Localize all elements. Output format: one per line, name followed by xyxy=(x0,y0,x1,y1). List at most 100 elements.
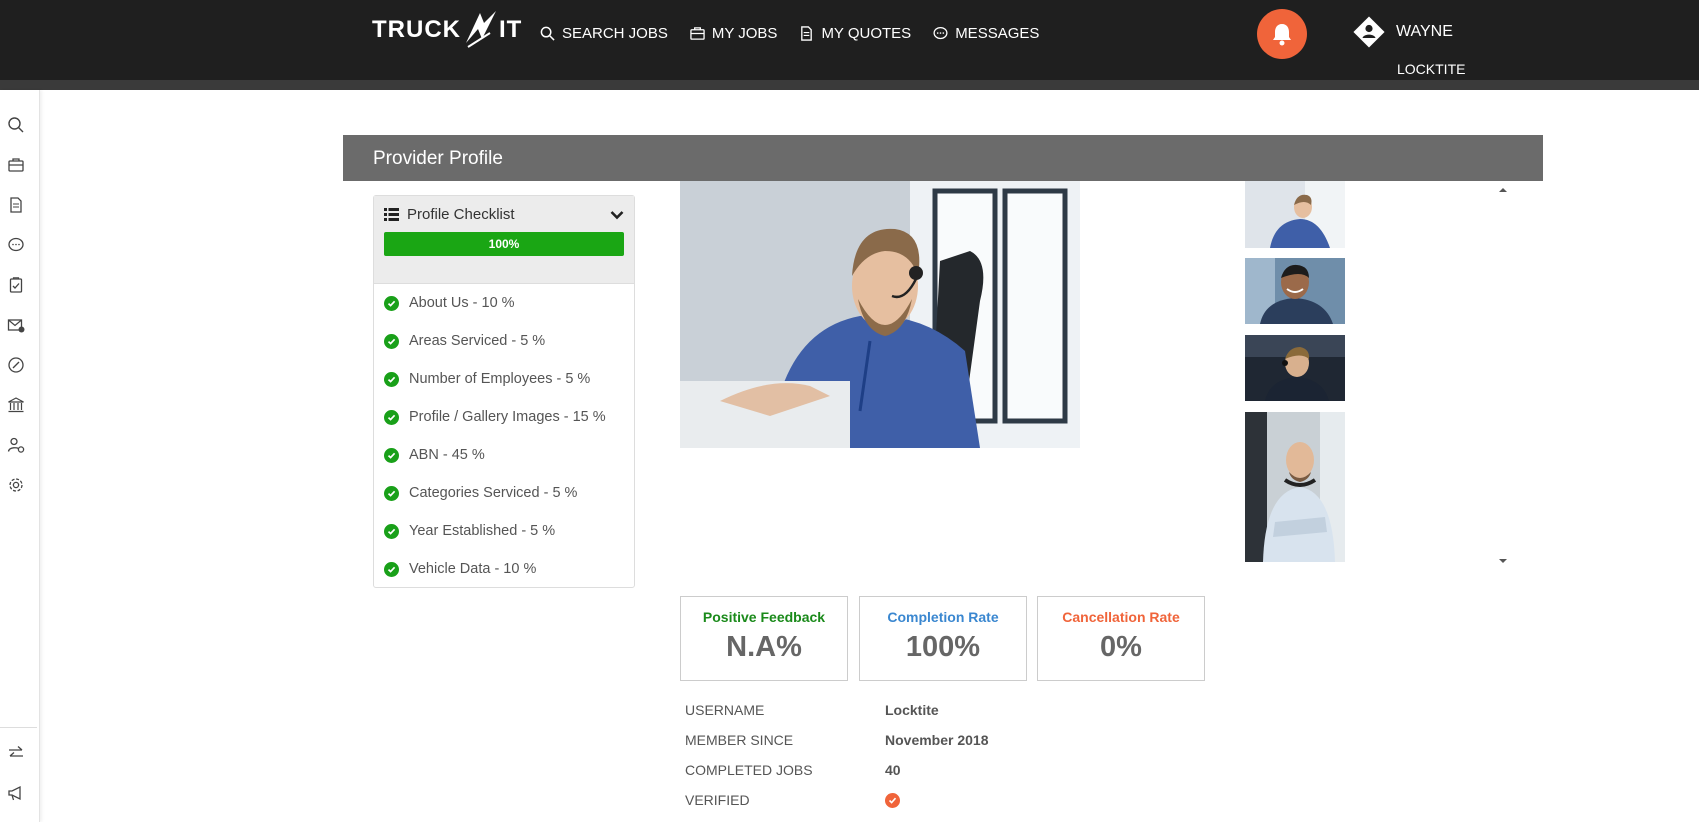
document-icon[interactable] xyxy=(7,196,25,214)
gear-icon[interactable] xyxy=(7,476,25,494)
gallery-thumbnails xyxy=(1245,181,1511,562)
left-sidebar xyxy=(0,90,40,822)
search-icon[interactable] xyxy=(7,116,25,134)
checklist-progress-bar: 100% xyxy=(384,232,624,256)
member-since-value: November 2018 xyxy=(885,732,989,748)
nav-messages-label: MESSAGES xyxy=(955,25,1040,42)
checklist-header: Profile Checklist 100% xyxy=(374,196,634,284)
search-icon xyxy=(540,26,555,41)
scroll-up-arrow-icon[interactable] xyxy=(1497,185,1509,195)
completed-jobs-value: 40 xyxy=(885,762,901,778)
notifications-button[interactable] xyxy=(1257,9,1307,59)
gallery-thumbnail[interactable] xyxy=(1245,181,1345,248)
user-avatar-icon xyxy=(1353,16,1385,48)
checklist-title: Profile Checklist xyxy=(407,206,515,223)
user-name: WAYNE xyxy=(1396,23,1453,40)
check-circle-icon xyxy=(384,561,399,577)
checklist-item-label: Profile / Gallery Images - 15 % xyxy=(409,409,606,425)
thumbnail-image xyxy=(1245,412,1345,562)
truck-bolt-icon xyxy=(466,11,496,48)
list-icon xyxy=(384,208,399,221)
user-company: LOCKTITE xyxy=(1397,61,1466,77)
cancellation-rate-value: 0% xyxy=(1100,631,1142,663)
user-settings-icon[interactable] xyxy=(7,436,25,454)
nav-search-jobs-label: SEARCH JOBS xyxy=(562,25,668,42)
checklist-items: About Us - 10 % Areas Serviced - 5 % Numbe… xyxy=(374,284,634,588)
checklist-item: Vehicle Data - 10 % xyxy=(374,550,634,588)
checklist-item: Areas Serviced - 5 % xyxy=(374,322,634,360)
completion-rate-card: Completion Rate 100% xyxy=(859,596,1027,681)
checklist-item: Categories Serviced - 5 % xyxy=(374,474,634,512)
check-circle-icon xyxy=(384,371,399,387)
cancellation-rate-card: Cancellation Rate 0% xyxy=(1037,596,1205,681)
checklist-item-label: Categories Serviced - 5 % xyxy=(409,485,578,501)
member-since-key: MEMBER SINCE xyxy=(685,732,794,748)
clipboard-check-icon[interactable] xyxy=(7,276,25,294)
nav-messages[interactable]: MESSAGES xyxy=(933,25,1039,42)
megaphone-icon[interactable] xyxy=(7,784,25,802)
profile-main-image xyxy=(680,181,1080,448)
sidebar-divider xyxy=(0,727,37,728)
topbar-strip xyxy=(0,80,1699,90)
positive-feedback-label: Positive Feedback xyxy=(702,609,826,625)
check-circle-icon xyxy=(384,523,399,539)
nav-my-jobs[interactable]: MY JOBS xyxy=(690,25,778,42)
briefcase-icon xyxy=(690,27,705,40)
checklist-item-label: Vehicle Data - 10 % xyxy=(409,561,537,577)
thumbnail-image xyxy=(1245,335,1345,401)
chat-icon[interactable] xyxy=(7,236,25,254)
profile-details: USERNAME Locktite MEMBER SINCE November … xyxy=(685,695,989,815)
user-menu[interactable]: WAYNE xyxy=(1352,15,1453,49)
profile-checklist: Profile Checklist 100% About Us - 10 % Ar… xyxy=(373,195,635,588)
verified-check-icon xyxy=(885,792,900,808)
scroll-down-arrow-icon[interactable] xyxy=(1497,556,1509,566)
compass-icon[interactable] xyxy=(7,356,25,374)
bank-icon[interactable] xyxy=(7,396,25,414)
nav-search-jobs[interactable]: SEARCH JOBS xyxy=(540,25,668,42)
checklist-item-label: Areas Serviced - 5 % xyxy=(409,333,546,349)
checklist-item: About Us - 10 % xyxy=(374,284,634,322)
briefcase-icon[interactable] xyxy=(7,156,25,174)
nav-my-quotes-label: MY QUOTES xyxy=(821,25,912,42)
checklist-item-label: ABN - 45 % xyxy=(409,447,485,463)
chat-icon xyxy=(933,26,948,40)
completed-jobs-key: COMPLETED JOBS xyxy=(685,762,813,778)
username-value: Locktite xyxy=(885,702,939,718)
detail-row-verified: VERIFIED xyxy=(685,785,989,815)
verified-key: VERIFIED xyxy=(685,792,750,808)
cancellation-rate-label: Cancellation Rate xyxy=(1062,609,1180,625)
nav-my-quotes[interactable]: MY QUOTES xyxy=(799,25,911,42)
positive-feedback-value: N.A% xyxy=(726,631,802,663)
main-nav: SEARCH JOBS MY JOBS MY QUOTES MESSAGES xyxy=(540,25,1039,42)
check-circle-icon xyxy=(384,485,399,501)
document-icon xyxy=(801,26,813,41)
thumbnail-image xyxy=(1245,258,1345,324)
gallery-thumbnail[interactable] xyxy=(1245,412,1345,562)
detail-row-username: USERNAME Locktite xyxy=(685,695,989,725)
checklist-item: ABN - 45 % xyxy=(374,436,634,474)
check-circle-icon xyxy=(384,447,399,463)
logo-text-right: IT xyxy=(499,16,523,43)
nav-my-jobs-label: MY JOBS xyxy=(711,25,778,42)
gallery-thumbnail[interactable] xyxy=(1245,335,1345,401)
gallery-thumbnail[interactable] xyxy=(1245,258,1345,324)
checklist-item-label: Year Established - 5 % xyxy=(409,523,556,539)
truckit-logo[interactable]: TRUCK IT xyxy=(372,8,522,52)
positive-feedback-card: Positive Feedback N.A% xyxy=(680,596,848,681)
progress-fill: 100% xyxy=(384,232,624,256)
check-circle-icon xyxy=(384,333,399,349)
swap-icon[interactable] xyxy=(7,744,25,762)
checklist-item: Number of Employees - 5 % xyxy=(374,360,634,398)
chevron-down-icon xyxy=(610,210,624,219)
checklist-item: Year Established - 5 % xyxy=(374,512,634,550)
checklist-toggle[interactable]: Profile Checklist xyxy=(384,206,624,223)
completion-rate-label: Completion Rate xyxy=(887,609,999,625)
checklist-item: Profile / Gallery Images - 15 % xyxy=(374,398,634,436)
username-key: USERNAME xyxy=(685,702,765,718)
main-photo-image xyxy=(680,181,1080,448)
completion-rate-value: 100% xyxy=(905,631,981,663)
mail-settings-icon[interactable] xyxy=(7,316,25,334)
detail-row-member-since: MEMBER SINCE November 2018 xyxy=(685,725,989,755)
checklist-item-label: Number of Employees - 5 % xyxy=(409,371,591,387)
top-navbar: TRUCK IT SEARCH JOBS MY JOBS MY QUOTES M… xyxy=(0,0,1699,80)
